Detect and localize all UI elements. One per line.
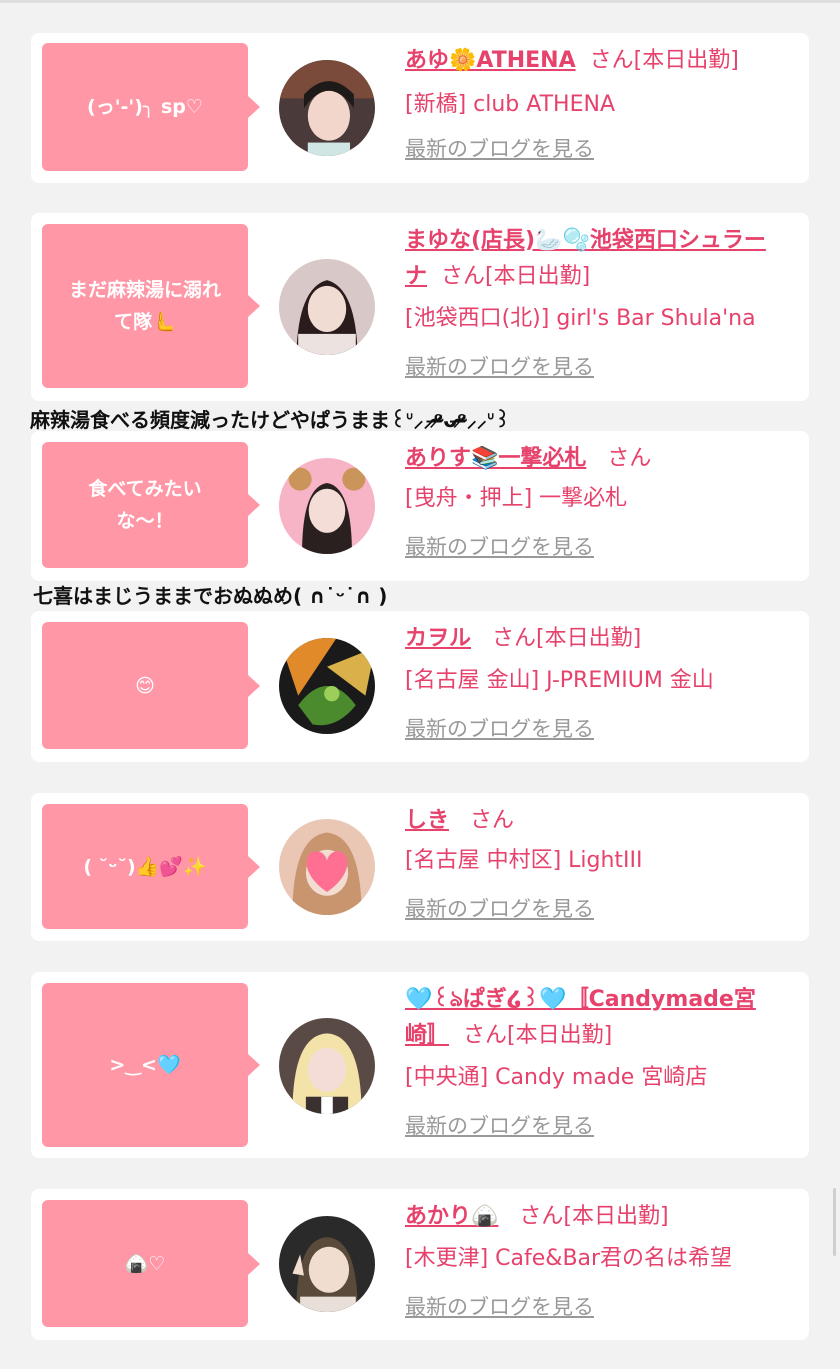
- shop-text: [新橋] club ATHENA: [405, 92, 615, 117]
- avatar[interactable]: [279, 638, 375, 734]
- status-text: さん[本日出勤]: [492, 626, 642, 651]
- comment-bubble: (っ'-')╮ sp♡: [42, 43, 260, 171]
- cast-name-link[interactable]: あかり🍙: [405, 1204, 498, 1229]
- cast-name-link[interactable]: カヲル: [405, 626, 471, 651]
- status-text: さん[本日出勤]: [589, 48, 739, 73]
- cast-name-link[interactable]: しき: [405, 808, 449, 833]
- comment-bubble: ( ˘ᵕ˘)👍💕✨: [42, 804, 260, 929]
- shop-text: [池袋西口(北)] girl's Bar Shula'na: [405, 306, 756, 331]
- blog-link[interactable]: 最新のブログを見る: [405, 131, 594, 167]
- avatar[interactable]: [279, 1018, 375, 1114]
- status-text: さん[本日出勤]: [441, 264, 591, 289]
- status-text: さん[本日出勤]: [519, 1204, 669, 1229]
- avatar-photo: [279, 458, 375, 554]
- comment-bubble: 🍙♡: [42, 1200, 260, 1327]
- blog-link[interactable]: 最新のブログを見る: [405, 1289, 594, 1325]
- overlay-caption: 麻辣湯食べる頻度減ったけどやぱうまま꒰ᐡ⸝⸝ᵒ̴̶̷ᴗᵒ̴̶̷⸝⸝ᐡ꒱: [30, 408, 511, 432]
- avatar-photo: [279, 259, 375, 355]
- avatar[interactable]: [279, 60, 375, 156]
- avatar[interactable]: [279, 458, 375, 554]
- cast-name-link[interactable]: あゆ🌼ATHENA: [405, 48, 576, 73]
- blog-link[interactable]: 最新のブログを見る: [405, 529, 594, 565]
- list-item: ( ˘ᵕ˘)👍💕✨ しき さん [名古屋 中村区] LightIII 最新のブロ…: [31, 793, 809, 941]
- shop-text: [名古屋 金山] J-PREMIUM 金山: [405, 668, 714, 693]
- shop-text: [中央通] Candy made 宮崎店: [405, 1065, 708, 1090]
- blog-link[interactable]: 最新のブログを見る: [405, 891, 594, 927]
- status-text: さん[本日出勤]: [463, 1023, 613, 1048]
- comment-bubble: まだ麻辣湯に溺れ て隊🫷: [42, 224, 260, 388]
- blog-link[interactable]: 最新のブログを見る: [405, 711, 594, 747]
- top-divider: [0, 0, 840, 3]
- comment-bubble: 食べてみたい な〜！: [42, 442, 260, 568]
- list-item: 😊 カヲル さん[本日出勤] [名古屋 金山] J-PREMIUM 金山 最新の…: [31, 611, 809, 762]
- scrollbar[interactable]: [833, 1188, 836, 1256]
- shop-text: [木更津] Cafe&Bar君の名は希望: [405, 1246, 733, 1271]
- list-item: (っ'-')╮ sp♡ あゆ🌼ATHENA さん[本日出勤] [新橋] club…: [31, 33, 809, 183]
- overlay-caption: 七喜はまじうままでおぬぬめ( ∩˙ᵕ˙∩ ): [33, 584, 388, 608]
- comment-bubble: 😊: [42, 622, 260, 749]
- list-item: 食べてみたい な〜！ ありす📚一撃必札 さん [曳舟・押上] 一撃必札 最新のブ…: [31, 431, 809, 581]
- avatar-photo: [279, 1216, 375, 1312]
- shop-text: [名古屋 中村区] LightIII: [405, 848, 643, 873]
- comment-bubble: >‿<🩵: [42, 983, 260, 1147]
- avatar-photo: [279, 60, 375, 156]
- shop-text: [曳舟・押上] 一撃必札: [405, 486, 628, 511]
- list-item: >‿<🩵 🩵꒰ঌぱぎ໒꒱🩵〚Candymade宮崎〛 さん[本日出勤] [中央通…: [31, 972, 809, 1158]
- list-item: まだ麻辣湯に溺れ て隊🫷 まゆな(店長)🦢🫧池袋西口シュラーナ さん[本日出勤]…: [31, 213, 809, 401]
- list-item: 🍙♡ あかり🍙 さん[本日出勤] [木更津] Cafe&Bar君の名は希望 最新…: [31, 1189, 809, 1340]
- avatar-photo: [279, 638, 375, 734]
- avatar[interactable]: [279, 819, 375, 915]
- blog-link[interactable]: 最新のブログを見る: [405, 1108, 594, 1144]
- blog-link[interactable]: 最新のブログを見る: [405, 349, 594, 385]
- avatar-photo: [279, 1018, 375, 1114]
- cast-name-link[interactable]: ありす📚一撃必札: [405, 446, 586, 471]
- avatar-photo: [279, 819, 375, 915]
- status-text: さん: [607, 446, 652, 471]
- status-text: さん: [470, 808, 515, 833]
- avatar[interactable]: [279, 1216, 375, 1312]
- avatar[interactable]: [279, 259, 375, 355]
